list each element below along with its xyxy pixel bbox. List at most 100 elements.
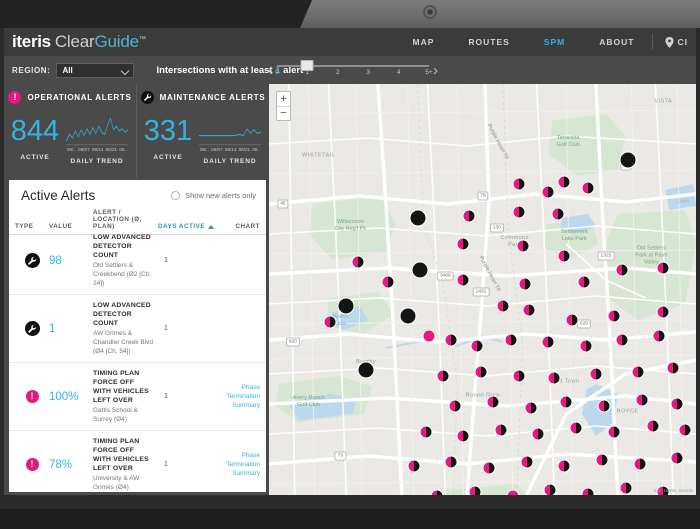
map-marker-split[interactable] [619, 481, 633, 495]
map-marker-black[interactable] [411, 261, 429, 279]
tab-maintenance-alerts[interactable]: MAINTENANCE ALERTS [136, 84, 269, 110]
map-marker-split[interactable] [516, 239, 530, 253]
table-row[interactable]: 1 LOW ADVANCED DETECTOR COUNT AW Grimes & … [9, 295, 266, 363]
map-marker-split[interactable] [456, 429, 470, 443]
map-marker-split[interactable] [656, 305, 670, 319]
map-marker-pink[interactable] [506, 489, 520, 495]
slider-tick-5plus[interactable]: 5+ [425, 69, 432, 76]
city-selector[interactable]: CI [653, 36, 697, 48]
map-marker-split[interactable] [512, 177, 526, 191]
map-marker-pink[interactable] [422, 329, 436, 343]
map-marker-split[interactable] [494, 423, 508, 437]
map-marker-split[interactable] [547, 371, 561, 385]
map-marker-split[interactable] [635, 393, 648, 407]
map-marker-split[interactable] [652, 329, 666, 343]
nav-item-spm[interactable]: SPM [527, 28, 582, 56]
map-marker-split[interactable] [323, 315, 337, 329]
map-marker-split[interactable] [522, 303, 536, 317]
slider-tick-3[interactable]: 3 [366, 69, 370, 76]
map-marker-split[interactable] [407, 459, 421, 473]
map-marker-split[interactable] [607, 425, 621, 439]
map-marker-split[interactable] [482, 461, 496, 475]
alert-chart-link[interactable]: Phase Termination Summary [216, 451, 260, 478]
map-marker-split[interactable] [577, 275, 591, 289]
zoom-in-button[interactable]: + [277, 92, 290, 106]
map-marker-split[interactable] [631, 365, 645, 379]
map-marker-split[interactable] [419, 425, 433, 439]
map-marker-black[interactable] [399, 307, 417, 325]
map-marker-split[interactable] [504, 333, 518, 347]
slider-track[interactable]: 0 1 2 3 4 5+ [275, 58, 433, 82]
map-marker-split[interactable] [678, 423, 692, 437]
map-marker-split[interactable] [381, 275, 395, 289]
slider-tick-4[interactable]: 4 [397, 69, 401, 76]
map-marker-split[interactable] [470, 339, 484, 353]
map-marker-split[interactable] [607, 309, 621, 323]
alerts-list[interactable]: 98 LOW ADVANCED DETECTOR COUNT Old Settler… [9, 227, 266, 492]
map-marker-split[interactable] [579, 339, 593, 353]
map-marker-split[interactable] [551, 207, 565, 221]
map-marker-split[interactable] [656, 261, 670, 275]
map-marker-split[interactable] [456, 273, 470, 287]
chevron-left-icon[interactable]: ‹ [268, 63, 273, 78]
map-marker-split[interactable] [589, 367, 603, 381]
map-marker-split[interactable] [670, 397, 684, 411]
map-marker-split[interactable] [557, 249, 571, 263]
map-marker-split[interactable] [512, 369, 526, 383]
slider-tick-2[interactable]: 2 [336, 69, 340, 76]
slider-tick-0[interactable]: 0 [275, 69, 279, 76]
map-marker-split[interactable] [524, 401, 538, 415]
map-marker-split[interactable] [615, 263, 629, 277]
table-row[interactable]: ! 78% TIMING PLAN FORCE OFF WITH VEHICLES … [9, 431, 266, 492]
chevron-right-icon[interactable]: › [433, 63, 438, 78]
tab-operational-alerts[interactable]: ! OPERATIONAL ALERTS [4, 84, 136, 110]
map-marker-split[interactable] [520, 455, 534, 469]
map-marker-split[interactable] [581, 487, 595, 495]
nav-item-about[interactable]: ABOUT [582, 28, 651, 56]
map-marker-split[interactable] [615, 333, 629, 347]
nav-item-map[interactable]: MAP [396, 28, 452, 56]
map-marker-split[interactable] [670, 451, 684, 465]
brand-logo[interactable]: iteris ClearGuide™ [4, 32, 274, 52]
map-marker-split[interactable] [581, 181, 595, 195]
map-marker-split[interactable] [541, 185, 555, 199]
map-marker-split[interactable] [531, 427, 545, 441]
map-marker-split[interactable] [444, 333, 458, 347]
map-marker-split[interactable] [557, 175, 571, 189]
map-marker-split[interactable] [486, 395, 500, 409]
map-marker-split[interactable] [633, 457, 647, 471]
map-marker-split[interactable] [559, 395, 573, 409]
map-marker-split[interactable] [468, 485, 482, 495]
map-marker-split[interactable] [541, 335, 555, 349]
map-marker-split[interactable] [436, 369, 450, 383]
alert-chart-link[interactable]: Phase Termination Summary [216, 383, 260, 410]
map-view[interactable]: + − VISTA Teravista Golf Club WHITETAIL Pur… [269, 84, 696, 495]
table-row[interactable]: ! 100% TIMING PLAN FORCE OFF WITH VEHICLES… [9, 363, 266, 431]
nav-item-routes[interactable]: ROUTES [451, 28, 526, 56]
map-marker-split[interactable] [462, 209, 476, 223]
zoom-out-button[interactable]: − [277, 106, 290, 120]
map-marker-split[interactable] [646, 419, 660, 433]
map-marker-split[interactable] [351, 255, 365, 269]
show-new-alerts-only-toggle[interactable]: Show new alerts only [171, 191, 256, 200]
map-marker-split[interactable] [512, 205, 526, 219]
region-select[interactable]: All [56, 62, 135, 78]
map-marker-split[interactable] [448, 399, 462, 413]
map-marker-split[interactable] [597, 399, 611, 413]
map-marker-split[interactable] [565, 313, 579, 327]
table-row[interactable]: 98 LOW ADVANCED DETECTOR COUNT Old Settler… [9, 227, 266, 295]
slider-handle[interactable] [300, 60, 314, 71]
map-marker-split[interactable] [543, 483, 557, 495]
map-marker-black[interactable] [337, 297, 355, 315]
map-marker-split[interactable] [430, 489, 444, 495]
map-marker-split[interactable] [569, 421, 583, 435]
map-marker-split[interactable] [557, 459, 571, 473]
map-marker-split[interactable] [518, 277, 532, 291]
map-marker-black[interactable] [409, 209, 427, 227]
map-marker-split[interactable] [474, 365, 488, 379]
map-marker-split[interactable] [444, 455, 458, 469]
map-marker-split[interactable] [595, 453, 609, 467]
map-marker-black[interactable] [357, 361, 375, 379]
map-marker-black[interactable] [619, 151, 637, 169]
map-marker-split[interactable] [496, 299, 510, 313]
